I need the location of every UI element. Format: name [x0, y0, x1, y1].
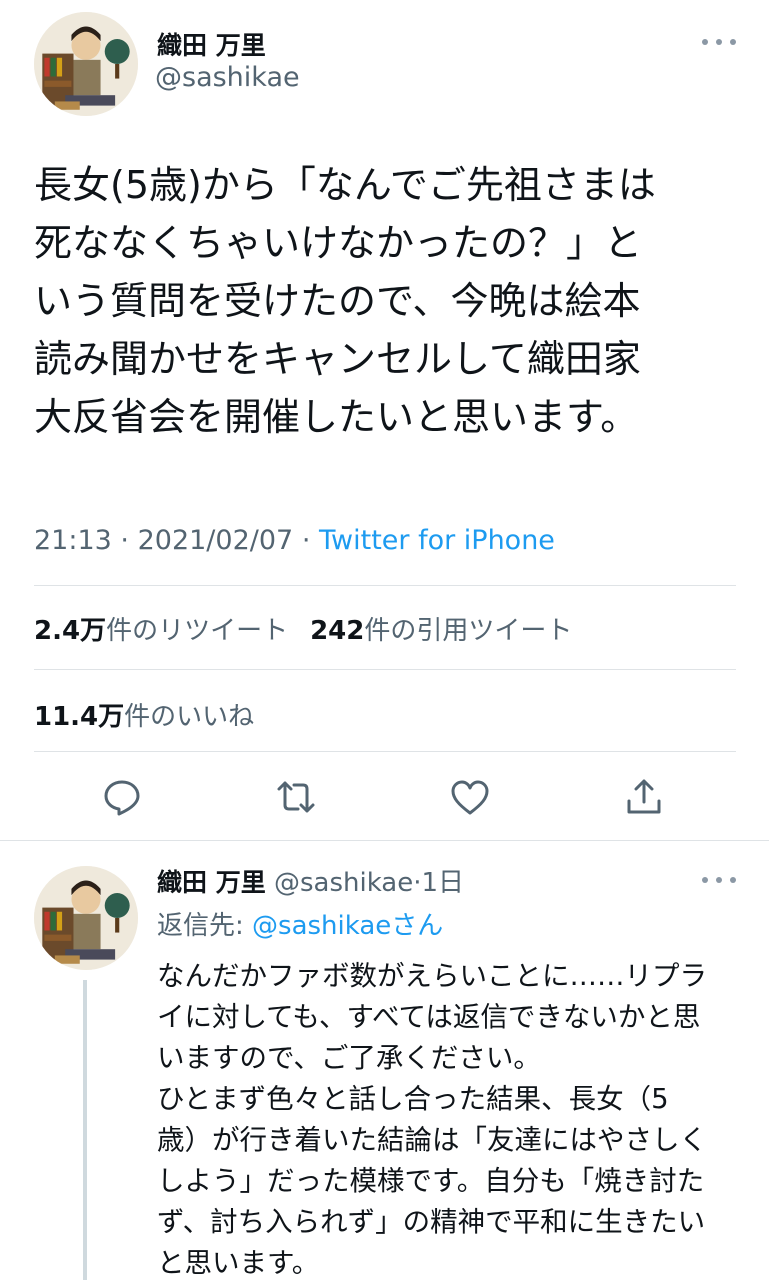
tweet-source-link[interactable]: Twitter for iPhone: [319, 525, 555, 556]
reply-text-line: イに対しても、すべては返信できないかと思: [157, 1001, 701, 1033]
tweet-text-line: いう質問を受けたので、今晩は絵本: [34, 279, 641, 323]
retweets-stat[interactable]: 2.4万件のリツイート: [34, 616, 288, 646]
likes-stats[interactable]: 11.4万件のいいね: [34, 696, 254, 733]
reply-text-line: なんだかファボ数がえらいことに……リプラ: [157, 960, 707, 992]
meta-separator: ·: [301, 525, 311, 556]
divider: [34, 751, 736, 752]
meta-separator: ·: [120, 525, 129, 556]
more-options-icon[interactable]: [702, 36, 738, 48]
likes-count: 11.4万: [34, 702, 125, 732]
section-divider: [0, 840, 769, 841]
tweet-meta: 21:13 · 2021/02/07 · Twitter for iPhone: [34, 525, 555, 556]
replying-to-label: 返信先:: [157, 911, 253, 941]
reply-author-avatar[interactable]: [34, 866, 138, 970]
replying-to: 返信先: @sashikaeさん: [157, 905, 443, 942]
retweets-label: 件のリツイート: [106, 616, 289, 646]
reply-text-line: しよう」だった模様です。自分も「焼き討た: [157, 1165, 705, 1197]
tweet-text-line: 長女(5歳)から「なんでご先祖さまは: [34, 163, 656, 207]
quotes-label: 件の引用ツイート: [364, 616, 573, 646]
share-icon: [627, 779, 661, 814]
like-button[interactable]: [450, 778, 490, 818]
like-icon: [451, 780, 489, 815]
reply-header: 織田 万里 @sashikae·1日: [157, 862, 464, 899]
reply-text-line: と思います。: [157, 1247, 320, 1279]
quotes-count: 242: [310, 616, 365, 646]
reply-text-line: 歳）が行き着いた結論は「友達にはやさしく: [157, 1124, 707, 1156]
reply-more-options-icon[interactable]: [702, 874, 738, 886]
reply-age[interactable]: 1日: [422, 868, 465, 898]
reply-text-line: ひとまず色々と話し合った結果、長女（5: [157, 1083, 669, 1115]
thread-connector-line: [83, 980, 87, 1280]
tweet-text: 長女(5歳)から「なんでご先祖さまは 死ななくちゃいけなかったの？」と いう質問…: [34, 156, 734, 446]
reply-button[interactable]: [102, 777, 142, 817]
author-name[interactable]: 織田 万里: [157, 26, 266, 62]
divider: [34, 669, 736, 670]
reply-separator: ·: [413, 868, 422, 898]
avatar-illustration: [34, 866, 138, 970]
tweet-time[interactable]: 21:13: [34, 525, 112, 556]
retweet-quote-stats: 2.4万件のリツイート 242件の引用ツイート: [34, 610, 572, 647]
reply-author-name[interactable]: 織田 万里: [157, 868, 266, 897]
replying-to-mention[interactable]: @sashikaeさん: [252, 911, 443, 941]
tweet-text-line: 読み聞かせをキャンセルして織田家: [34, 337, 641, 381]
retweets-count: 2.4万: [34, 616, 107, 646]
tweet-text-line: 大反省会を開催したいと思います。: [34, 395, 639, 439]
retweet-icon: [277, 781, 315, 813]
share-button[interactable]: [624, 777, 664, 817]
author-avatar[interactable]: [34, 12, 138, 116]
tweet-date[interactable]: 2021/02/07: [138, 525, 294, 556]
retweet-button[interactable]: [276, 777, 316, 817]
reply-text-line: いますので、ご了承ください。: [157, 1042, 541, 1074]
tweet-text-line: 死ななくちゃいけなかったの？」と: [34, 221, 643, 265]
reply-text: なんだかファボ数がえらいことに……リプラ イに対しても、すべては返信できないかと…: [157, 956, 747, 1280]
reply-icon: [104, 780, 140, 816]
likes-label: 件のいいね: [124, 702, 255, 732]
divider: [34, 585, 736, 586]
quotes-stat[interactable]: 242件の引用ツイート: [310, 616, 572, 646]
reply-text-line: ず、討ち入られず」の精神で平和に生きたい: [157, 1206, 706, 1238]
avatar-illustration: [34, 12, 138, 116]
reply-author-handle[interactable]: @sashikae: [274, 868, 413, 898]
author-handle[interactable]: @sashikae: [155, 62, 300, 93]
